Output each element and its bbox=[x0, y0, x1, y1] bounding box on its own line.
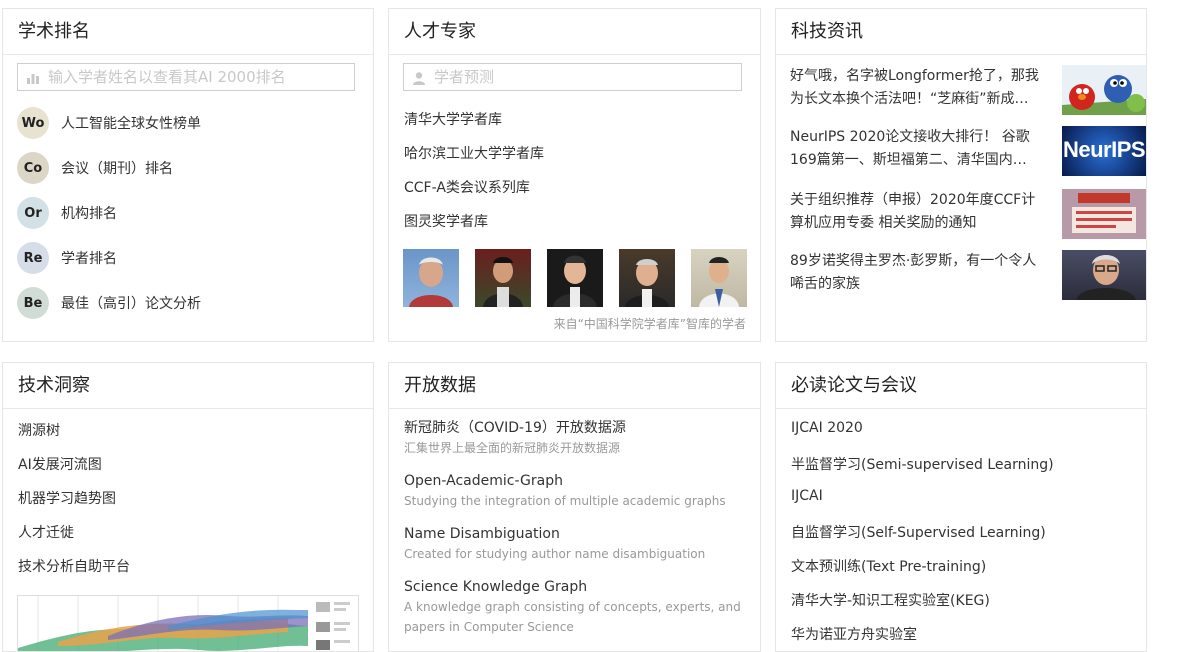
link-ijcai[interactable]: IJCAI bbox=[791, 488, 823, 504]
data-item-title[interactable]: Science Knowledge Graph bbox=[404, 577, 749, 597]
link-self-supervised[interactable]: 自监督学习(Self-Supervised Learning) bbox=[791, 522, 1046, 542]
must-read-card: 必读论文与会议 IJCAI 2020 半监督学习(Semi-supervised… bbox=[775, 362, 1147, 652]
academic-ranking-title: 学术排名 bbox=[3, 9, 373, 55]
news-thumbnail[interactable]: NeurIPS bbox=[1062, 126, 1146, 176]
scholar-photos bbox=[403, 249, 760, 307]
data-item-desc: Created for studying author name disambi… bbox=[404, 547, 706, 561]
data-item-covid[interactable]: 新冠肺炎（COVID-19）开放数据源 汇集世界上最全面的新冠肺炎开放数据源 bbox=[404, 418, 749, 458]
news-thumbnail[interactable] bbox=[1062, 65, 1146, 115]
scholar-rank-search[interactable] bbox=[17, 63, 355, 91]
link-huawei-noah[interactable]: 华为诺亚方舟实验室 bbox=[791, 624, 917, 644]
scholar-rank-search-input[interactable] bbox=[48, 68, 318, 86]
rank-label: 学者排名 bbox=[61, 251, 117, 267]
data-item-title[interactable]: Open-Academic-Graph bbox=[404, 471, 749, 491]
link-analysis-platform[interactable]: 技术分析自助平台 bbox=[18, 556, 130, 576]
news-thumbnail[interactable] bbox=[1062, 250, 1146, 300]
scholar-photo[interactable] bbox=[619, 249, 675, 307]
link-text-pretraining[interactable]: 文本预训练(Text Pre-training) bbox=[791, 556, 986, 576]
link-source-tree[interactable]: 溯源树 bbox=[18, 420, 60, 440]
news-item[interactable]: 89岁诺奖得主罗杰·彭罗斯，有一个令人唏舌的家族 bbox=[790, 250, 1146, 300]
ranking-icon bbox=[26, 70, 40, 84]
scholar-photo[interactable] bbox=[475, 249, 531, 307]
data-item-title[interactable]: Name Disambiguation bbox=[404, 524, 749, 544]
scholar-predict-input[interactable] bbox=[434, 68, 704, 86]
badge-co: Co bbox=[17, 152, 49, 184]
data-item-desc: 汇集世界上最全面的新冠肺炎开放数据源 bbox=[404, 441, 621, 455]
must-read-title: 必读论文与会议 bbox=[776, 363, 1146, 409]
scholar-predict-search[interactable] bbox=[403, 63, 742, 91]
news-text[interactable]: 好气哦，名字被Longformer抢了，那我为长文本换个活法吧！“芝麻街”新成… bbox=[790, 65, 1040, 111]
data-item-desc: A knowledge graph consisting of concepts… bbox=[404, 600, 741, 634]
data-item-science-kg[interactable]: Science Knowledge Graph A knowledge grap… bbox=[404, 577, 749, 637]
badge-wo: Wo bbox=[17, 107, 49, 139]
news-title: 科技资讯 bbox=[776, 9, 1146, 55]
rank-item-conference[interactable]: Co 会议（期刊）排名 bbox=[17, 152, 173, 184]
news-item[interactable]: 好气哦，名字被Longformer抢了，那我为长文本换个活法吧！“芝麻街”新成… bbox=[790, 65, 1146, 115]
open-data-card: 开放数据 新冠肺炎（COVID-19）开放数据源 汇集世界上最全面的新冠肺炎开放… bbox=[388, 362, 761, 652]
rank-label: 人工智能全球女性榜单 bbox=[61, 116, 201, 132]
news-item[interactable]: NeurIPS 2020论文接收大排行！ 谷歌169篇第一、斯坦福第二、清华国内… bbox=[790, 126, 1146, 176]
rank-item-women[interactable]: Wo 人工智能全球女性榜单 bbox=[17, 107, 201, 139]
scholar-photo[interactable] bbox=[691, 249, 747, 307]
rank-label: 会议（期刊）排名 bbox=[61, 161, 173, 177]
rank-item-best-paper[interactable]: Be 最佳（高引）论文分析 bbox=[17, 287, 201, 319]
data-item-name-disambiguation[interactable]: Name Disambiguation Created for studying… bbox=[404, 524, 749, 564]
data-item-oag[interactable]: Open-Academic-Graph Studying the integra… bbox=[404, 471, 749, 511]
experts-card: 人才专家 清华大学学者库 哈尔滨工业大学学者库 CCF-A类会议系列库 图灵奖学… bbox=[388, 8, 761, 342]
badge-re: Re bbox=[17, 242, 49, 274]
link-ai-river[interactable]: AI发展河流图 bbox=[18, 454, 102, 474]
open-data-title: 开放数据 bbox=[389, 363, 760, 409]
news-item[interactable]: 关于组织推荐（申报）2020年度CCF计算机应用专委 相关奖励的通知 bbox=[790, 189, 1146, 239]
river-flow-thumbnail[interactable] bbox=[17, 595, 359, 651]
scholar-photo[interactable] bbox=[403, 249, 459, 307]
insight-card: 技术洞察 溯源树 AI发展河流图 机器学习趋势图 人才迁徙 技术分析自助平台 bbox=[2, 362, 374, 652]
rank-label: 机构排名 bbox=[61, 206, 117, 222]
user-icon bbox=[412, 70, 426, 85]
link-talent-migration[interactable]: 人才迁徙 bbox=[18, 522, 74, 542]
scholar-photo[interactable] bbox=[547, 249, 603, 307]
link-ccf-a[interactable]: CCF-A类会议系列库 bbox=[404, 177, 530, 197]
news-text[interactable]: 89岁诺奖得主罗杰·彭罗斯，有一个令人唏舌的家族 bbox=[790, 250, 1040, 296]
link-semi-supervised[interactable]: 半监督学习(Semi-supervised Learning) bbox=[791, 454, 1054, 474]
news-text[interactable]: 关于组织推荐（申报）2020年度CCF计算机应用专委 相关奖励的通知 bbox=[790, 189, 1040, 235]
link-hit[interactable]: 哈尔滨工业大学学者库 bbox=[404, 143, 544, 163]
rank-item-org[interactable]: Or 机构排名 bbox=[17, 197, 117, 229]
thumbnail-text: NeurIPS bbox=[1062, 137, 1146, 162]
data-item-title[interactable]: 新冠肺炎（COVID-19）开放数据源 bbox=[404, 418, 749, 438]
news-thumbnail[interactable] bbox=[1062, 189, 1146, 239]
news-text[interactable]: NeurIPS 2020论文接收大排行！ 谷歌169篇第一、斯坦福第二、清华国内… bbox=[790, 126, 1040, 172]
experts-title: 人才专家 bbox=[389, 9, 760, 55]
badge-or: Or bbox=[17, 197, 49, 229]
link-tsinghua-keg[interactable]: 清华大学-知识工程实验室(KEG) bbox=[791, 590, 990, 610]
badge-be: Be bbox=[17, 287, 49, 319]
news-card: 科技资讯 好气哦，名字被Longformer抢了，那我为长文本换个活法吧！“芝麻… bbox=[775, 8, 1147, 342]
data-item-desc: Studying the integration of multiple aca… bbox=[404, 494, 726, 508]
link-ijcai-2020[interactable]: IJCAI 2020 bbox=[791, 420, 863, 436]
academic-ranking-card: 学术排名 Wo 人工智能全球女性榜单 Co 会议（期刊）排名 Or 机构排名 R… bbox=[2, 8, 374, 342]
insight-title: 技术洞察 bbox=[3, 363, 373, 409]
link-tsinghua[interactable]: 清华大学学者库 bbox=[404, 109, 502, 129]
rank-item-scholar[interactable]: Re 学者排名 bbox=[17, 242, 117, 274]
link-ml-trend[interactable]: 机器学习趋势图 bbox=[18, 488, 116, 508]
link-turing[interactable]: 图灵奖学者库 bbox=[404, 211, 488, 231]
photos-caption: 来自“中国科学院学者库”智库的学者 bbox=[553, 317, 746, 331]
rank-label: 最佳（高引）论文分析 bbox=[61, 296, 201, 312]
